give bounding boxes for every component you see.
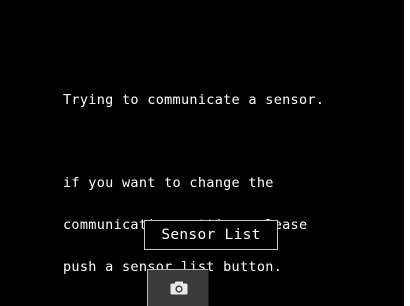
message-panel: Trying to communicate a sensor. if you w…	[0, 0, 404, 306]
capture-button[interactable]	[147, 269, 209, 306]
camera-icon	[170, 281, 188, 295]
screen: Trying to communicate a sensor. if you w…	[0, 0, 410, 306]
instruction-line-1: if you want to change the	[63, 175, 274, 191]
status-message: Trying to communicate a sensor.	[63, 92, 325, 108]
sensor-list-button[interactable]: Sensor List	[144, 220, 278, 250]
